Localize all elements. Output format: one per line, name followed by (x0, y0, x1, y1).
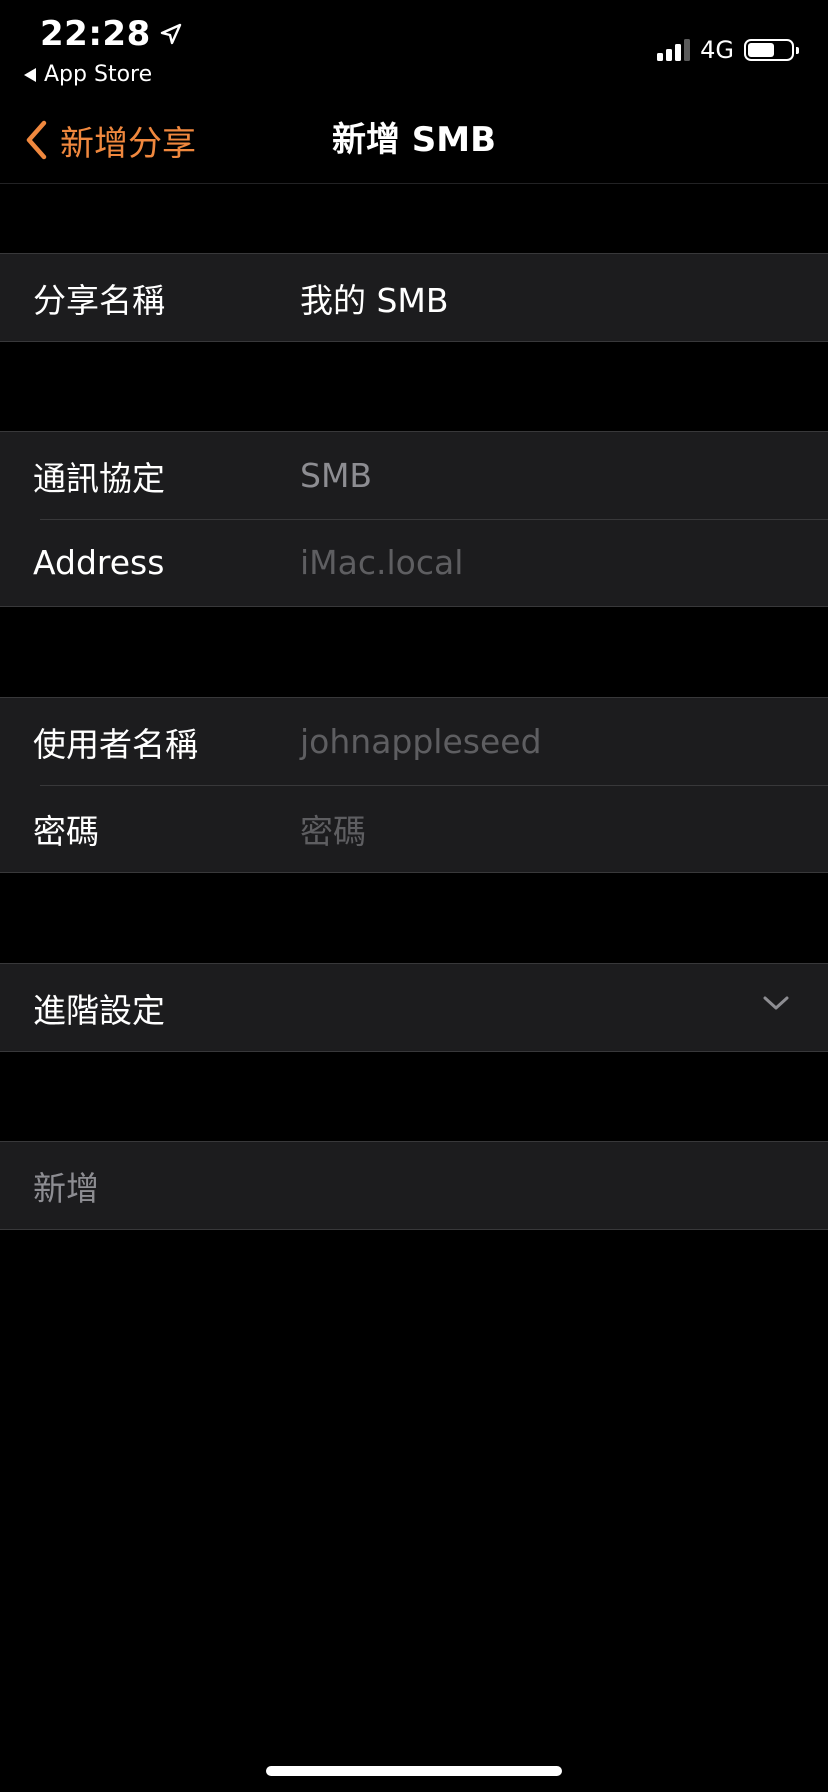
add-section: 新增 (0, 1141, 828, 1230)
connection-section: 通訊協定 SMB Address iMac.local (0, 431, 828, 607)
protocol-label: 通訊協定 (33, 458, 165, 498)
status-indicators: 4G (657, 36, 799, 64)
username-label: 使用者名稱 (33, 724, 198, 764)
status-time: 22:28 (40, 14, 183, 54)
advanced-settings-row[interactable]: 進階設定 (0, 964, 828, 1051)
password-row[interactable]: 密碼 密碼 (0, 785, 828, 872)
add-button[interactable]: 新增 (0, 1142, 828, 1229)
status-time-text: 22:28 (40, 14, 151, 54)
credentials-section: 使用者名稱 johnappleseed 密碼 密碼 (0, 697, 828, 873)
chevron-down-icon (763, 996, 789, 1010)
share-name-label: 分享名稱 (33, 280, 165, 320)
battery-icon (744, 39, 799, 61)
password-field[interactable]: 密碼 (300, 805, 366, 853)
back-triangle-icon (24, 67, 36, 82)
cellular-signal-icon (657, 39, 691, 61)
address-field[interactable]: iMac.local (300, 543, 463, 582)
username-field[interactable]: johnappleseed (300, 722, 542, 761)
protocol-row[interactable]: 通訊協定 SMB (0, 432, 828, 519)
home-indicator[interactable] (266, 1766, 562, 1776)
status-back-to-app[interactable]: App Store (24, 62, 152, 87)
advanced-section: 進階設定 (0, 963, 828, 1052)
advanced-settings-label: 進階設定 (33, 990, 165, 1030)
navigation-bar: 新增分享 新增 SMB (0, 100, 828, 184)
protocol-value[interactable]: SMB (300, 456, 372, 495)
page-title: 新增 SMB (331, 120, 497, 160)
share-name-field[interactable]: 我的 SMB (300, 274, 449, 322)
share-name-section: 分享名稱 我的 SMB (0, 253, 828, 342)
share-name-row[interactable]: 分享名稱 我的 SMB (0, 254, 828, 341)
address-label: Address (33, 543, 165, 582)
password-label: 密碼 (33, 811, 99, 851)
location-arrow-icon (160, 23, 181, 45)
username-row[interactable]: 使用者名稱 johnappleseed (0, 698, 828, 785)
address-row[interactable]: Address iMac.local (0, 519, 828, 606)
add-button-label: 新增 (33, 1168, 99, 1208)
status-bar: 22:28 App Store 4G (0, 0, 828, 100)
status-back-app-label: App Store (44, 62, 153, 87)
network-type: 4G (700, 36, 734, 64)
